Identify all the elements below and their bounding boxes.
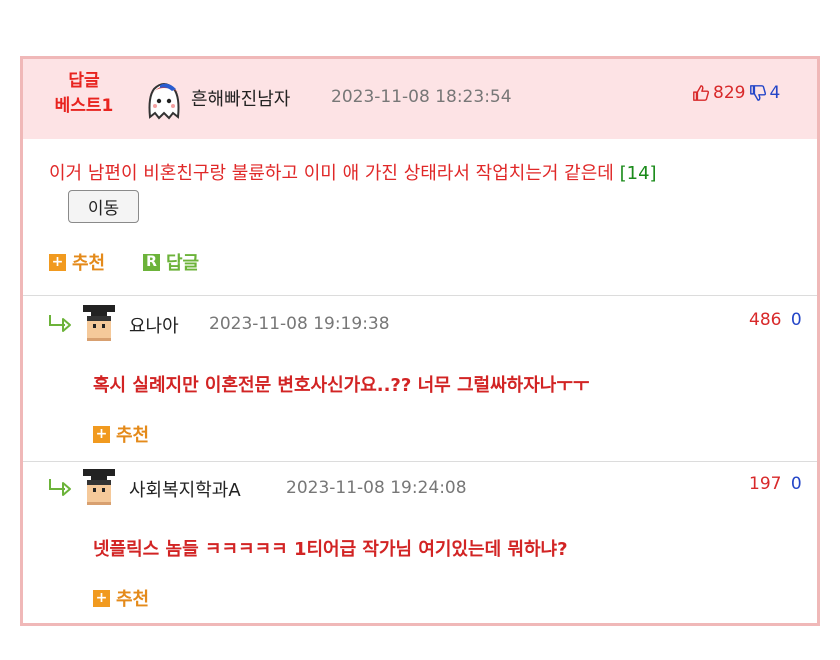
best-reply-dislikes: 4: [769, 83, 781, 103]
divider: [23, 295, 817, 296]
best-reply-text: 이거 남편이 비혼친구랑 불륜하고 이미 애 가진 상태라서 작업치는거 같은데…: [49, 159, 657, 185]
best-recommend-button[interactable]: + 추천: [49, 249, 105, 275]
divider: [23, 461, 817, 462]
best-reply-timestamp: 2023-11-08 18:23:54: [331, 87, 512, 107]
reply-timestamp: 2023-11-08 19:19:38: [209, 314, 390, 334]
reply-arrow-icon: [49, 315, 71, 332]
reply-author[interactable]: 사회복지학과A: [129, 476, 241, 502]
reply-dislikes[interactable]: 0: [791, 474, 802, 494]
pixel-avatar-icon[interactable]: [82, 305, 116, 341]
pixel-avatar-icon[interactable]: [82, 469, 116, 505]
reply-text: 넷플릭스 놈들 ㅋㅋㅋㅋㅋ 1티어급 작가님 여기있는데 뭐하냐?: [93, 539, 568, 560]
reply-recommend-button[interactable]: + 추천: [93, 421, 149, 447]
reply-votes: 486 0: [749, 310, 802, 330]
best-reply-votes: 829 4: [692, 83, 780, 103]
plus-icon: +: [93, 425, 110, 443]
reply-likes[interactable]: 486: [749, 310, 781, 330]
reply-votes: 197 0: [749, 474, 802, 494]
reply-arrow-icon: [49, 479, 71, 496]
move-button[interactable]: 이동: [68, 190, 139, 223]
reply-likes[interactable]: 197: [749, 474, 781, 494]
best-badge-line2: 베스트1: [54, 96, 114, 116]
best-reply-label: 답글: [166, 253, 200, 274]
ghost-avatar-icon[interactable]: [142, 77, 186, 121]
reply-recommend-button[interactable]: + 추천: [93, 585, 149, 611]
best-reply-header: 답글 베스트1 흔해빠진남자 2023-11-08 18:23:54 829 4: [23, 59, 817, 139]
best-recommend-label: 추천: [72, 253, 106, 274]
reply-timestamp: 2023-11-08 19:24:08: [286, 478, 467, 498]
best-reply-button[interactable]: R 답글: [143, 249, 199, 275]
thumbs-down-icon[interactable]: [749, 84, 767, 102]
best-reply-card: 답글 베스트1 흔해빠진남자 2023-11-08 18:23:54 829 4: [20, 56, 820, 626]
best-badge-line1: 답글: [68, 71, 100, 91]
reply-dislikes[interactable]: 0: [791, 310, 802, 330]
reply-author[interactable]: 요나아: [129, 312, 179, 338]
reply-text: 혹시 실례지만 이혼전문 변호사신가요..?? 너무 그럴싸하자나ㅜㅜ: [93, 375, 590, 396]
reply-recommend-label: 추천: [116, 425, 150, 446]
best-reply-likes: 829: [713, 83, 746, 103]
reply-recommend-label: 추천: [116, 589, 150, 610]
thumbs-up-icon[interactable]: [692, 84, 710, 102]
best-reply-body: 이거 남편이 비혼친구랑 불륜하고 이미 애 가진 상태라서 작업치는거 같은데: [49, 163, 614, 184]
reply-r-icon: R: [143, 253, 160, 271]
best-reply-count[interactable]: [14]: [620, 163, 657, 184]
plus-icon: +: [93, 589, 110, 607]
plus-icon: +: [49, 253, 66, 271]
best-reply-badge: 답글 베스트1: [45, 69, 123, 119]
best-reply-author[interactable]: 흔해빠진남자: [191, 85, 290, 111]
